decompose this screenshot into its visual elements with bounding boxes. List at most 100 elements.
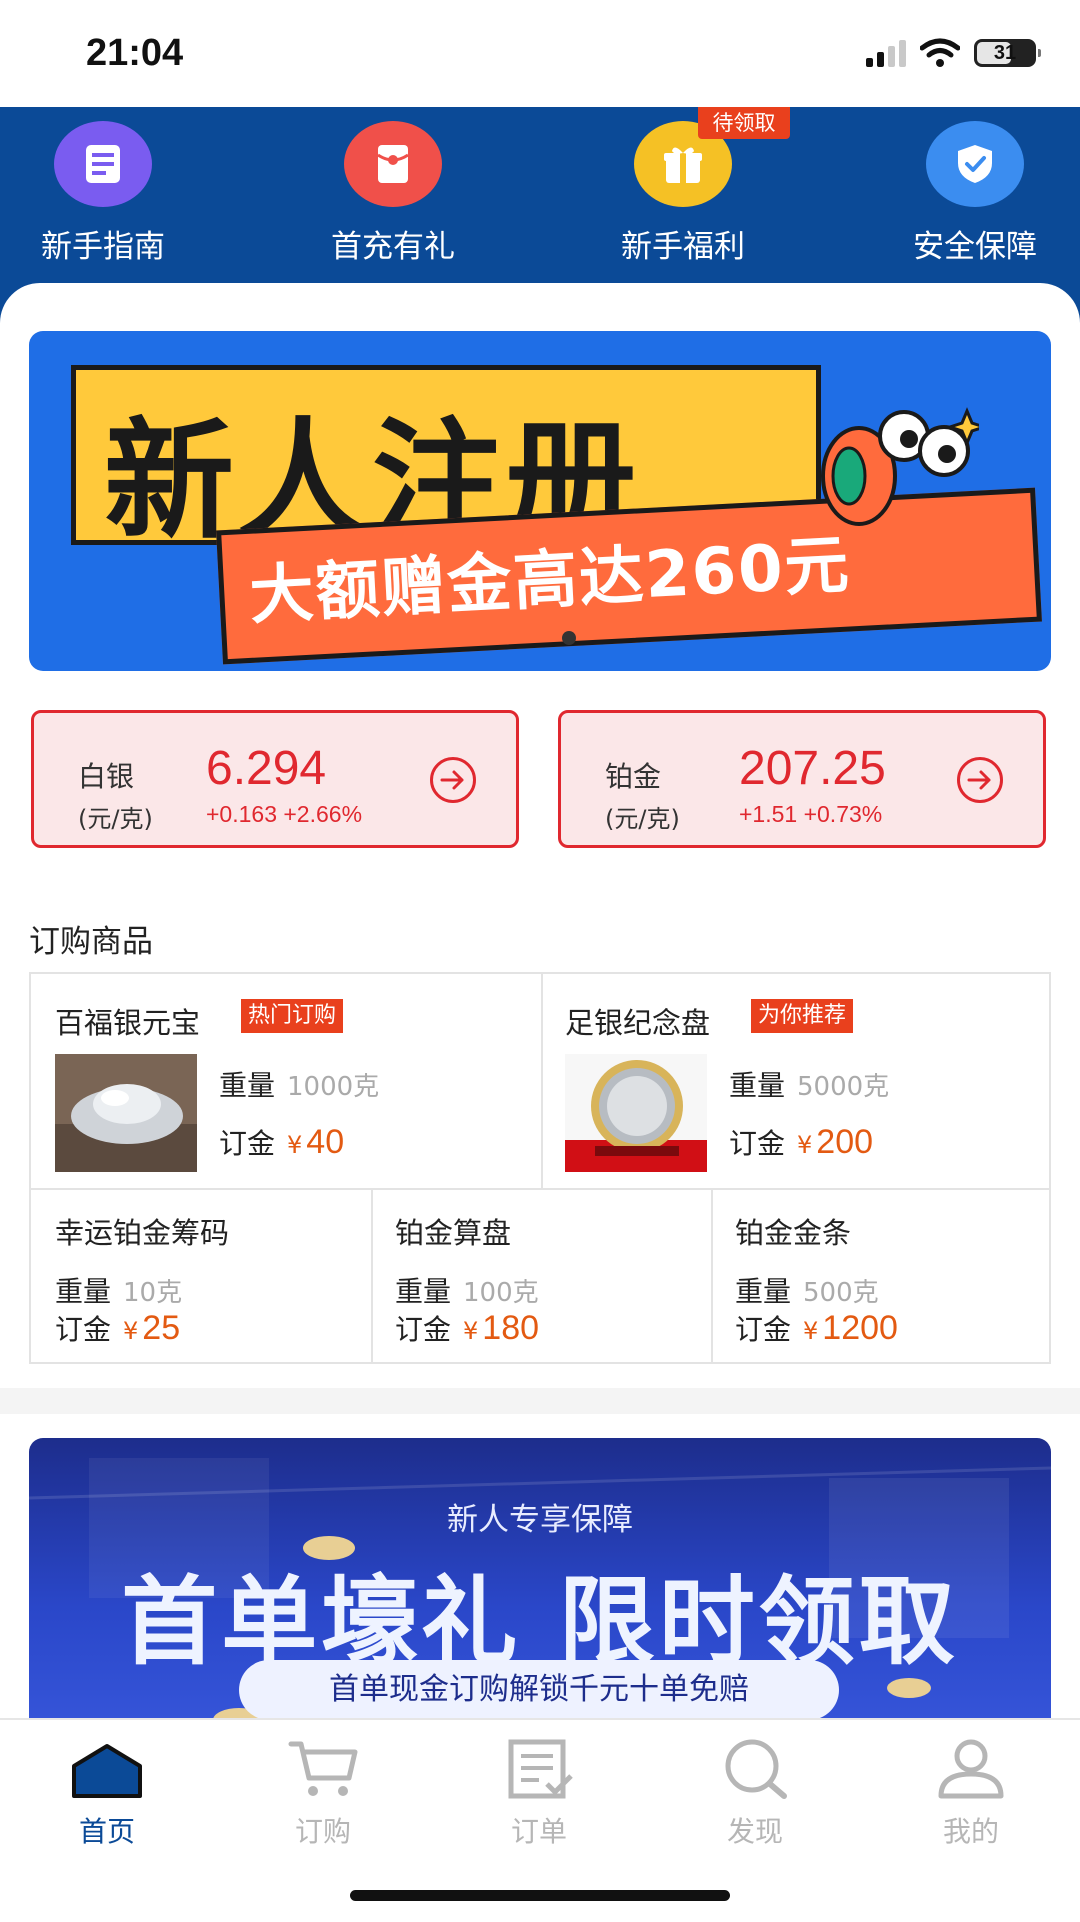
- home-icon: [32, 1736, 182, 1800]
- metal-change: +0.163 +2.66%: [206, 801, 363, 827]
- product-grid: 百福银元宝 热门订购 重量 1000克 订金 ¥40 足银纪念盘 为你推荐 重量 50…: [29, 972, 1051, 1364]
- weight-row: 重量 10克: [55, 1270, 182, 1310]
- product-name: 铂金金条: [735, 1216, 852, 1250]
- carousel-indicator: [562, 631, 576, 645]
- home-indicator: [350, 1890, 730, 1901]
- product-card[interactable]: 铂金金条 重量 500克 订金 ¥1200: [713, 1190, 1049, 1362]
- nav-item-guide[interactable]: 新手指南: [3, 121, 203, 266]
- battery-level: 31: [993, 41, 1017, 64]
- deposit-value: 40: [306, 1123, 345, 1161]
- tab-label: 订单: [510, 1815, 567, 1848]
- arrow-right-icon[interactable]: [957, 757, 1003, 803]
- deposit-value: 200: [816, 1123, 874, 1161]
- weight-value: 1000克: [287, 1072, 380, 1102]
- guide-icon: [54, 121, 152, 207]
- currency-symbol: ¥: [463, 1317, 479, 1345]
- currency-symbol: ¥: [803, 1317, 819, 1345]
- tab-discover[interactable]: 发现: [680, 1736, 830, 1850]
- mascot-illustration: [821, 407, 979, 526]
- currency-symbol: ¥: [123, 1317, 139, 1345]
- cart-icon: [248, 1736, 398, 1800]
- price-card-platinum[interactable]: 铂金 (元/克) 207.25 +1.51 +0.73%: [558, 710, 1046, 848]
- weight-row: 重量 1000克: [219, 1064, 379, 1104]
- arrow-right-icon[interactable]: [430, 757, 476, 803]
- register-promo-banner[interactable]: 新人注册 大额赠金高达260元: [29, 331, 1051, 671]
- user-icon: [896, 1736, 1046, 1800]
- tab-label: 订购: [294, 1815, 351, 1848]
- product-card[interactable]: 铂金算盘 重量 100克 订金 ¥180: [373, 1190, 711, 1362]
- banner-subtitle: 新人专享保障: [447, 1502, 633, 1538]
- weight-label: 重量: [735, 1275, 792, 1308]
- section-divider: [0, 1388, 1080, 1414]
- order-list-icon: [464, 1736, 614, 1800]
- silver-ingot-image: [55, 1054, 197, 1172]
- tab-profile[interactable]: 我的: [896, 1736, 1046, 1850]
- metal-unit: (元/克): [605, 805, 680, 833]
- deposit-label: 订金: [735, 1313, 792, 1346]
- currency-symbol: ¥: [797, 1131, 813, 1159]
- red-envelope-icon: [344, 121, 442, 207]
- weight-row: 重量 5000克: [729, 1064, 889, 1104]
- wifi-icon: [920, 38, 960, 67]
- nav-item-newbie-benefits[interactable]: 新手福利: [583, 121, 783, 266]
- deposit-label: 订金: [55, 1313, 112, 1346]
- metal-name: 白银: [78, 760, 135, 793]
- metal-price: 6.294: [206, 742, 327, 795]
- banner-cta-pill: 首单现金订购解锁千元十单免赔: [239, 1660, 839, 1720]
- search-icon: [680, 1736, 830, 1800]
- nav-item-label: 首充有礼: [331, 229, 455, 265]
- silver-plate-image: [565, 1054, 707, 1172]
- nav-item-security[interactable]: 安全保障: [875, 121, 1075, 266]
- deposit-row: 订金 ¥40: [219, 1122, 344, 1162]
- tab-order-purchase[interactable]: 订购: [248, 1736, 398, 1850]
- tab-label: 首页: [78, 1815, 135, 1848]
- weight-value: 500克: [803, 1278, 879, 1308]
- cellular-signal-icon: [866, 39, 906, 67]
- metal-name: 铂金: [605, 760, 662, 793]
- metal-change: +1.51 +0.73%: [739, 801, 883, 827]
- weight-value: 100克: [463, 1278, 539, 1308]
- deposit-label: 订金: [395, 1313, 452, 1346]
- deposit-row: 订金 ¥25: [55, 1308, 180, 1348]
- deposit-row: 订金 ¥200: [729, 1122, 873, 1162]
- product-card-featured[interactable]: 百福银元宝 热门订购 重量 1000克 订金 ¥40: [31, 974, 541, 1188]
- first-order-promo-banner[interactable]: 新人专享保障 首单壕礼 限时领取 首单现金订购解锁千元十单免赔: [29, 1438, 1051, 1720]
- product-card[interactable]: 幸运铂金筹码 重量 10克 订金 ¥25: [31, 1190, 371, 1362]
- weight-value: 5000克: [797, 1072, 890, 1102]
- status-time: 21:04: [86, 32, 184, 74]
- currency-symbol: ¥: [287, 1131, 303, 1159]
- product-name: 百福银元宝: [55, 1006, 201, 1040]
- nav-item-first-recharge[interactable]: 首充有礼: [293, 121, 493, 266]
- product-name: 幸运铂金筹码: [55, 1216, 230, 1250]
- section-title: 订购商品: [29, 924, 153, 960]
- product-name: 铂金算盘: [395, 1216, 512, 1250]
- weight-label: 重量: [729, 1069, 786, 1102]
- status-icons: 31: [866, 38, 1041, 68]
- status-bar: 21:04 31: [0, 0, 1080, 107]
- tab-home[interactable]: 首页: [32, 1736, 182, 1850]
- deposit-row: 订金 ¥1200: [735, 1308, 898, 1348]
- deposit-label: 订金: [729, 1127, 786, 1160]
- tab-orders[interactable]: 订单: [464, 1736, 614, 1850]
- deposit-label: 订金: [219, 1127, 276, 1160]
- nav-item-label: 新手指南: [41, 229, 165, 265]
- weight-value: 10克: [123, 1278, 183, 1308]
- metal-unit: (元/克): [78, 805, 153, 833]
- weight-label: 重量: [55, 1275, 112, 1308]
- weight-label: 重量: [395, 1275, 452, 1308]
- tab-label: 我的: [942, 1815, 999, 1848]
- deposit-row: 订金 ¥180: [395, 1308, 539, 1348]
- recommend-tag: 为你推荐: [751, 999, 854, 1033]
- product-card-featured[interactable]: 足银纪念盘 为你推荐 重量 5000克 订金 ¥200: [543, 974, 1049, 1188]
- metal-price: 207.25: [739, 742, 886, 795]
- shield-icon: [926, 121, 1024, 207]
- deposit-value: 180: [482, 1309, 540, 1347]
- deposit-value: 1200: [822, 1309, 898, 1347]
- deposit-value: 25: [142, 1309, 181, 1347]
- price-card-silver[interactable]: 白银 (元/克) 6.294 +0.163 +2.66%: [31, 710, 519, 848]
- weight-row: 重量 100克: [395, 1270, 539, 1310]
- hot-tag: 热门订购: [241, 999, 344, 1033]
- pending-claim-badge: 待领取: [698, 107, 790, 139]
- nav-item-label: 安全保障: [913, 229, 1037, 265]
- nav-item-label: 新手福利: [621, 229, 745, 265]
